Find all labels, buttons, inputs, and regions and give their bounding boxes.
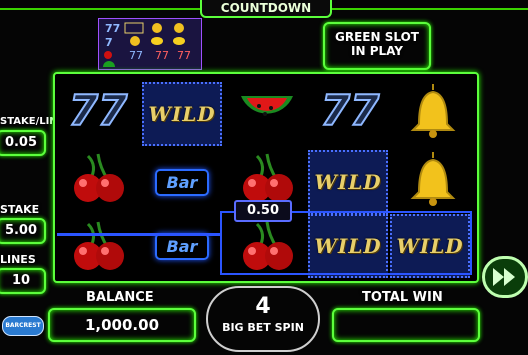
bar-label: Bar xyxy=(154,232,210,260)
barcrest-logo: BARCREST xyxy=(2,316,44,336)
lines-label: LINES xyxy=(0,253,36,266)
game-title: COUNTDOWN xyxy=(200,0,332,18)
mode-indicator: GREEN SLOT IN PLAY xyxy=(323,22,431,70)
wild-symbol: WILD xyxy=(308,150,388,214)
cherry-icon xyxy=(74,153,124,202)
bar-symbol: Bar xyxy=(142,214,222,278)
spin-button[interactable] xyxy=(482,256,528,298)
stake-value[interactable]: 5.00 xyxy=(0,218,46,244)
watermelon-icon xyxy=(241,96,293,116)
mode-line2: IN PLAY xyxy=(351,44,403,58)
stake-line-value[interactable]: 0.05 xyxy=(0,130,46,156)
mode-line1: GREEN SLOT xyxy=(335,30,419,44)
cherry-symbol xyxy=(58,214,138,278)
bar-symbol: Bar xyxy=(142,150,222,214)
cherry-icon xyxy=(74,221,124,270)
seven-symbol: 77 xyxy=(68,85,128,136)
bell-symbol xyxy=(393,78,473,142)
svg-text:77: 77 xyxy=(177,49,191,62)
stake-label: STAKE xyxy=(0,203,40,216)
seven-symbol: 77 xyxy=(320,85,380,136)
top-right-neon-line xyxy=(328,8,528,10)
cherry-symbol xyxy=(58,146,138,210)
big-bet-spin-button[interactable]: 4 BIG BET SPIN xyxy=(206,286,320,352)
bell-icon xyxy=(410,152,456,206)
total-win-label: TOTAL WIN xyxy=(362,290,443,305)
balance-label: BALANCE xyxy=(86,290,154,305)
balance-value: 1,000.00 xyxy=(48,308,196,342)
total-win-value xyxy=(332,308,480,342)
fast-forward-icon xyxy=(493,268,515,286)
paytable-thumbnail[interactable]: 77 7 77 77 77 xyxy=(98,18,202,70)
wild-symbol: WILD xyxy=(142,82,222,146)
big-bet-label: BIG BET SPIN xyxy=(222,321,304,334)
svg-text:77: 77 xyxy=(105,22,120,35)
line-win-amount: 0.50 xyxy=(234,200,292,222)
paytable-symbols-icon: 77 7 77 77 77 xyxy=(103,22,191,67)
svg-text:77: 77 xyxy=(129,49,143,62)
bell-icon xyxy=(410,84,456,138)
bell-symbol xyxy=(393,146,473,210)
svg-text:7: 7 xyxy=(105,36,113,49)
lines-value[interactable]: 10 xyxy=(0,268,46,294)
win-line xyxy=(57,233,220,236)
bar-label: Bar xyxy=(154,168,210,196)
big-bet-count: 4 xyxy=(255,294,271,319)
watermelon-symbol xyxy=(227,78,307,142)
svg-text:77: 77 xyxy=(155,49,169,62)
top-left-neon-line xyxy=(0,8,200,10)
